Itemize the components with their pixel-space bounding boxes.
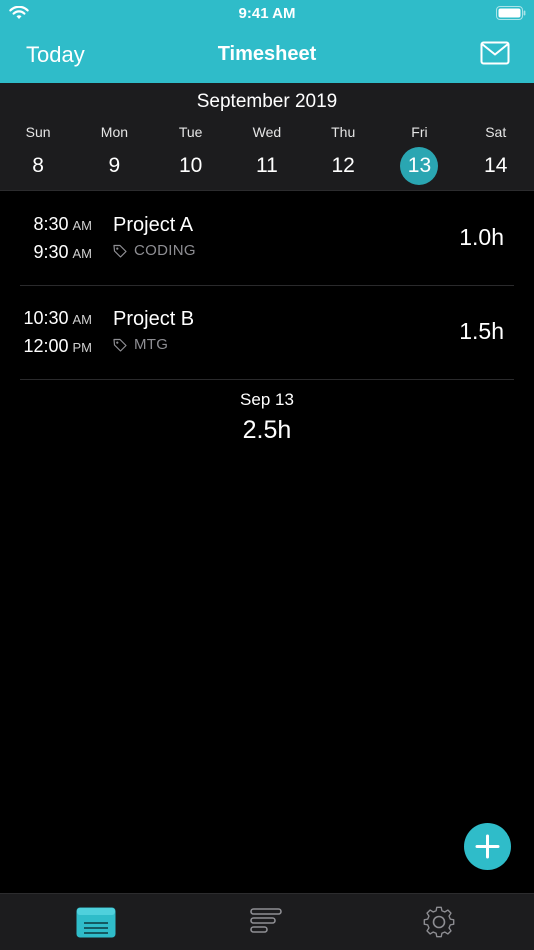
summary-date: Sep 13	[240, 390, 294, 409]
status-bar: 9:41 AM	[0, 0, 534, 26]
mail-icon[interactable]	[480, 41, 510, 65]
day-thu[interactable]: Thu 12	[305, 123, 381, 185]
day-number: 14	[484, 154, 508, 177]
day-name: Fri	[411, 124, 428, 140]
end-time: 12:00 PM	[20, 332, 92, 360]
navigation-bar: Today Timesheet	[0, 30, 534, 80]
tag-icon	[113, 338, 127, 352]
end-ampm: AM	[72, 246, 93, 261]
today-button[interactable]: Today	[26, 42, 85, 68]
start-time-value: 10:30	[23, 308, 69, 328]
day-fri-selected[interactable]: Fri 13	[381, 123, 457, 185]
project-name: Project B	[113, 308, 195, 330]
entry-tag: MTG	[113, 336, 168, 353]
week-calendar: September 2019 Sun 8 Mon 9 Tue 10 Wed 11…	[0, 83, 534, 191]
entry-list: 8:30 AM 9:30 AM Project A CODING 1.0h 10:3…	[0, 192, 534, 380]
plus-icon	[475, 834, 500, 859]
entry-duration: 1.0h	[459, 224, 504, 250]
day-name: Sun	[25, 124, 51, 140]
day-wed[interactable]: Wed 11	[229, 123, 305, 185]
end-ampm: PM	[72, 340, 93, 355]
week-days: Sun 8 Mon 9 Tue 10 Wed 11 Thu 12 Fri 13 …	[0, 123, 534, 185]
end-time: 9:30 AM	[20, 238, 92, 266]
end-time-value: 12:00	[23, 336, 69, 356]
day-number: 12	[331, 154, 355, 177]
start-ampm: AM	[72, 312, 93, 327]
tag-icon	[113, 244, 127, 258]
day-number: 10	[178, 154, 203, 177]
summary-total: 2.5h	[242, 416, 292, 444]
project-name: Project A	[113, 214, 194, 236]
day-number: 8	[32, 154, 44, 177]
reports-icon[interactable]	[247, 904, 287, 940]
entry-times: 10:30 AM 12:00 PM	[20, 304, 92, 360]
day-name: Mon	[100, 124, 129, 140]
entry-row[interactable]: 8:30 AM 9:30 AM Project A CODING 1.0h	[20, 192, 514, 286]
day-name: Wed	[252, 124, 282, 140]
end-time-value: 9:30	[33, 242, 69, 262]
start-ampm: AM	[72, 218, 93, 233]
month-label: September 2019	[196, 91, 338, 112]
tag-label: MTG	[134, 336, 169, 353]
tab-bar	[0, 893, 534, 950]
start-time: 8:30 AM	[20, 210, 92, 238]
day-number: 9	[108, 154, 121, 177]
battery-icon	[496, 6, 526, 20]
day-mon[interactable]: Mon 9	[76, 123, 152, 185]
entry-row[interactable]: 10:30 AM 12:00 PM Project B MTG 1.5h	[20, 286, 514, 380]
entry-tag: CODING	[113, 242, 196, 259]
day-number: 13	[400, 147, 439, 185]
day-sat[interactable]: Sat 14	[458, 123, 534, 185]
day-name: Tue	[178, 124, 203, 140]
day-sun[interactable]: Sun 8	[0, 123, 76, 185]
add-entry-button[interactable]	[464, 823, 511, 870]
entry-times: 8:30 AM 9:30 AM	[20, 210, 92, 266]
day-summary: Sep 13 2.5h	[0, 390, 534, 445]
day-number: 11	[256, 154, 278, 177]
day-tue[interactable]: Tue 10	[153, 123, 229, 185]
day-name: Sat	[485, 124, 507, 140]
start-time-value: 8:30	[33, 214, 69, 234]
entry-duration: 1.5h	[459, 318, 504, 344]
settings-gear-icon[interactable]	[419, 904, 459, 940]
day-name: Thu	[331, 124, 356, 140]
start-time: 10:30 AM	[20, 304, 92, 332]
status-time: 9:41 AM	[238, 5, 296, 22]
header: 9:41 AM Today Timesheet	[0, 0, 534, 83]
tag-label: CODING	[134, 242, 196, 259]
timesheet-icon[interactable]	[76, 904, 116, 940]
